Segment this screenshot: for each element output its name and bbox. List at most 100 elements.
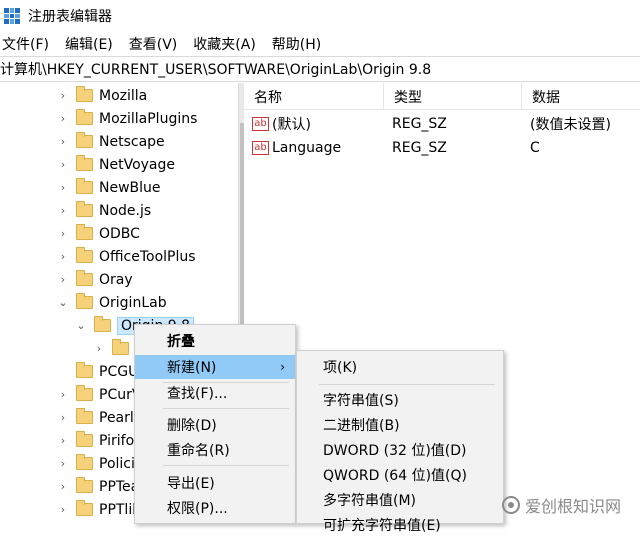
tree-item-oray[interactable]: › Oray (56, 268, 133, 291)
folder-icon (112, 339, 129, 355)
tree-item-polici[interactable]: › Polici (56, 452, 135, 475)
list-item[interactable]: ab (默认) REG_SZ (数值未设置) (244, 112, 640, 136)
tree-item-label: Mozilla (99, 87, 148, 104)
chevron-right-icon[interactable]: › (56, 434, 70, 448)
folder-icon (76, 178, 93, 194)
folder-icon (76, 132, 93, 148)
chevron-right-icon[interactable]: › (56, 112, 70, 126)
folder-icon (76, 86, 93, 102)
submenu-item-binary-value[interactable]: 二进制值(B) (297, 413, 503, 437)
list-item[interactable]: ab Language REG_SZ C (244, 136, 640, 160)
tree-item-label: NetVoyage (99, 156, 175, 173)
chevron-right-icon[interactable]: › (56, 457, 70, 471)
watermark-text: 爱创根知识网 (525, 497, 622, 516)
chevron-right-icon[interactable]: › (56, 158, 70, 172)
chevron-right-icon[interactable]: › (56, 503, 70, 517)
value-name: (默认) (272, 117, 311, 133)
chevron-right-icon[interactable]: › (92, 342, 106, 356)
tree-item-mozilla[interactable]: › Mozilla (56, 84, 147, 107)
menu-separator (319, 384, 495, 385)
folder-icon (76, 385, 93, 401)
menu-favorites[interactable]: 收藏夹(A) (193, 34, 256, 54)
tree-item-label: MozillaPlugins (99, 110, 198, 127)
folder-icon (76, 155, 93, 171)
tree-item-newblue[interactable]: › NewBlue (56, 176, 161, 199)
menu-item-delete[interactable]: 删除(D) (135, 413, 295, 437)
folder-icon (76, 454, 93, 470)
folder-icon (76, 500, 93, 516)
chevron-right-icon[interactable]: › (56, 227, 70, 241)
chevron-right-icon[interactable]: › (56, 135, 70, 149)
menu-item-rename[interactable]: 重命名(R) (135, 438, 295, 462)
submenu-item-multi-string-value[interactable]: 多字符串值(M) (297, 488, 503, 512)
address-path[interactable]: 计算机\HKEY_CURRENT_USER\SOFTWARE\OriginLab… (0, 59, 431, 79)
tree-item-label: Netscape (99, 133, 165, 150)
tree-item-originlab[interactable]: ⌄ OriginLab (56, 291, 167, 314)
menu-item-export[interactable]: 导出(E) (135, 471, 295, 495)
tree-item-label: Oray (99, 271, 133, 288)
value-type: REG_SZ (392, 140, 447, 156)
tree-item-label: OriginLab (99, 294, 167, 311)
watermark-logo-icon (502, 496, 520, 514)
chevron-right-icon[interactable]: › (56, 89, 70, 103)
chevron-right-icon: › (280, 360, 285, 374)
tree-item-label: OfficeToolPlus (99, 248, 196, 265)
tree-item-new-key[interactable]: › (92, 337, 135, 360)
tree-item-label: Polici (99, 455, 135, 472)
tree-item-netvoyage[interactable]: › NetVoyage (56, 153, 175, 176)
string-value-icon: ab (252, 141, 269, 155)
menu-item-permissions[interactable]: 权限(P)... (135, 496, 295, 520)
tree-item-label: ODBC (99, 225, 140, 242)
menu-view[interactable]: 查看(V) (129, 34, 178, 54)
chevron-right-icon[interactable]: › (56, 480, 70, 494)
tree-item-label: Pirifo (99, 432, 135, 449)
folder-icon (76, 109, 93, 125)
menu-item-new[interactable]: 新建(N) › (135, 355, 295, 379)
tree-item-netscape[interactable]: › Netscape (56, 130, 165, 153)
chevron-right-icon[interactable]: › (56, 388, 70, 402)
tree-item-pcurv[interactable]: › PCurV (56, 383, 141, 406)
tree-item-pcgu[interactable]: PCGU (56, 360, 138, 383)
column-header-name[interactable]: 名称 (244, 83, 384, 110)
menu-edit[interactable]: 编辑(E) (65, 34, 113, 54)
tree-item-label: Pearll (99, 409, 138, 426)
folder-icon (76, 431, 93, 447)
menu-file[interactable]: 文件(F) (2, 34, 49, 54)
tree-item-nodejs[interactable]: › Node.js (56, 199, 151, 222)
new-submenu: 项(K) 字符串值(S) 二进制值(B) DWORD (32 位)值(D) QW… (296, 350, 504, 534)
chevron-right-icon[interactable] (56, 365, 70, 379)
menu-help[interactable]: 帮助(H) (272, 34, 321, 54)
column-header-data[interactable]: 数据 (522, 83, 640, 110)
menu-separator (163, 408, 289, 409)
folder-open-icon (94, 316, 111, 332)
chevron-right-icon[interactable]: › (56, 204, 70, 218)
tree-item-mozillaplugins[interactable]: › MozillaPlugins (56, 107, 197, 130)
tree-item-pearll[interactable]: › Pearll (56, 406, 138, 429)
tree-item-pirifo[interactable]: › Pirifo (56, 429, 134, 452)
tree-item-officetoolplus[interactable]: › OfficeToolPlus (56, 245, 196, 268)
chevron-right-icon[interactable]: › (56, 181, 70, 195)
menu-item-collapse[interactable]: 折叠 (135, 329, 295, 353)
chevron-right-icon[interactable]: › (56, 250, 70, 264)
submenu-item-expandable-string-value[interactable]: 可扩充字符串值(E) (297, 513, 503, 537)
list-header: 名称 类型 数据 (244, 83, 640, 110)
chevron-right-icon[interactable]: › (56, 273, 70, 287)
menu-item-find[interactable]: 查找(F)... (135, 381, 295, 405)
folder-icon (76, 224, 93, 240)
submenu-item-dword-value[interactable]: DWORD (32 位)值(D) (297, 438, 503, 462)
tree-item-pptlib[interactable]: › PPTlib (56, 498, 141, 521)
submenu-item-string-value[interactable]: 字符串值(S) (297, 388, 503, 412)
tree-item-odbc[interactable]: › ODBC (56, 222, 140, 245)
folder-icon (76, 270, 93, 286)
submenu-item-qword-value[interactable]: QWORD (64 位)值(Q) (297, 463, 503, 487)
chevron-right-icon[interactable]: › (56, 411, 70, 425)
address-bar[interactable]: 计算机\HKEY_CURRENT_USER\SOFTWARE\OriginLab… (0, 56, 640, 82)
submenu-item-key[interactable]: 项(K) (297, 355, 503, 379)
tree-item-pptea[interactable]: › PPTea (56, 475, 139, 498)
chevron-down-icon[interactable]: ⌄ (74, 319, 88, 333)
context-menu: 折叠 新建(N) › 查找(F)... 删除(D) 重命名(R) 导出(E) 权… (134, 324, 296, 524)
value-data: (数值未设置) (530, 117, 611, 133)
folder-icon (76, 201, 93, 217)
column-header-type[interactable]: 类型 (384, 83, 522, 110)
chevron-down-icon[interactable]: ⌄ (56, 296, 70, 310)
